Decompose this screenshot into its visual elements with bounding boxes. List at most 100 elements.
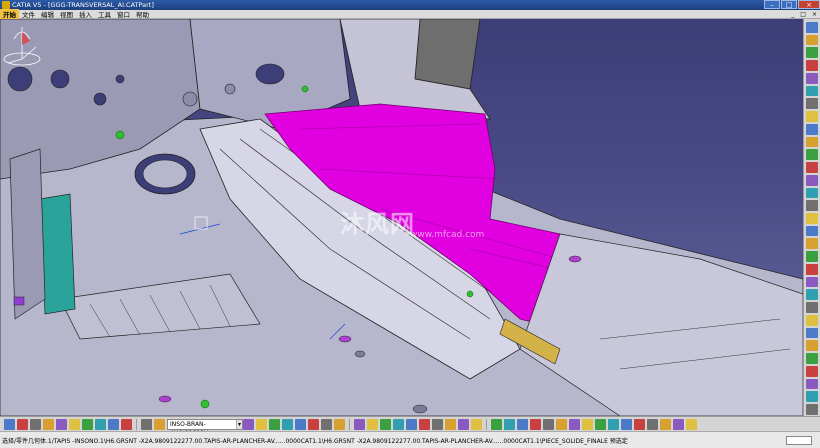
fillet-icon[interactable]: [806, 111, 818, 122]
window-controls: – □ ×: [763, 0, 820, 10]
window-title: CATIA V5 - [GGG-TRANSVERSAL_AI.CATPart]: [12, 1, 154, 9]
normal-view-icon[interactable]: [321, 418, 332, 430]
copy-icon[interactable]: [82, 418, 93, 430]
menu-view[interactable]: 视图: [57, 9, 76, 19]
healing-icon[interactable]: [621, 418, 632, 430]
chevron-down-icon[interactable]: ▾: [235, 419, 242, 429]
iso-view-icon[interactable]: [334, 418, 345, 430]
command-input[interactable]: [786, 435, 812, 445]
slot-icon[interactable]: [806, 98, 818, 110]
projection-icon[interactable]: [543, 418, 554, 430]
publish-icon[interactable]: [458, 418, 469, 430]
menu-help[interactable]: 帮助: [133, 9, 152, 19]
new-icon[interactable]: [17, 418, 28, 430]
symmetry-icon[interactable]: [806, 263, 818, 275]
pad-icon[interactable]: [806, 34, 818, 46]
translate-icon[interactable]: [806, 238, 818, 250]
untrim-icon[interactable]: [634, 418, 645, 430]
point-icon[interactable]: [504, 418, 515, 430]
menu-start[interactable]: 开始: [0, 9, 19, 19]
check-icon[interactable]: [432, 418, 443, 430]
intersection-icon[interactable]: [556, 418, 567, 430]
draft-icon[interactable]: [806, 136, 818, 148]
analysis-icon[interactable]: [806, 391, 818, 403]
doc-restore-button[interactable]: □: [797, 11, 809, 18]
revolve-icon[interactable]: [582, 418, 593, 430]
open-icon[interactable]: [30, 418, 41, 430]
pocket-icon[interactable]: [806, 47, 818, 59]
measure-icon[interactable]: [806, 327, 818, 339]
shaft-icon[interactable]: [806, 60, 818, 71]
join-icon[interactable]: [608, 418, 619, 430]
material-icon[interactable]: [806, 340, 818, 352]
menu-window[interactable]: 窗口: [114, 9, 133, 19]
table-icon[interactable]: [471, 418, 482, 430]
part-selector-combo[interactable]: INSO-BRAN-AV.1\21699V... ▾: [167, 418, 243, 437]
menu-tools[interactable]: 工具: [95, 9, 114, 19]
doc-close-button[interactable]: ×: [809, 11, 820, 18]
parameters-icon[interactable]: [445, 418, 456, 430]
minimize-button[interactable]: –: [764, 0, 780, 9]
thread-icon[interactable]: [806, 174, 818, 186]
print-icon[interactable]: [56, 418, 67, 430]
measure-item-icon[interactable]: [660, 418, 671, 430]
fit-all-icon[interactable]: [256, 418, 267, 430]
fly-mode-icon[interactable]: [243, 418, 254, 430]
close-surface-icon[interactable]: [806, 213, 818, 224]
disassemble-icon[interactable]: [647, 418, 658, 430]
menu-edit[interactable]: 编辑: [38, 9, 57, 19]
thickness-icon[interactable]: [806, 162, 818, 173]
axis-system-icon[interactable]: [491, 418, 502, 430]
knowledge-icon[interactable]: [393, 418, 404, 430]
boolean-icon[interactable]: [806, 314, 818, 326]
undo-icon[interactable]: [108, 418, 119, 430]
hole-icon[interactable]: [806, 72, 818, 84]
formula-icon[interactable]: [406, 418, 417, 430]
axis-icon[interactable]: [806, 404, 818, 415]
extrude-icon[interactable]: [569, 418, 580, 430]
paste-icon[interactable]: [95, 418, 106, 430]
catalog-icon[interactable]: [154, 418, 165, 430]
doc-minimize-button[interactable]: _: [788, 11, 797, 18]
law-icon[interactable]: [419, 418, 430, 430]
3d-viewport[interactable]: 沐风网 www.mfcad.com: [0, 19, 803, 416]
cut-icon[interactable]: [69, 418, 80, 430]
pan-icon[interactable]: [269, 418, 280, 430]
thick-surface-icon[interactable]: [806, 200, 818, 212]
boundary-icon[interactable]: [595, 418, 606, 430]
split-icon[interactable]: [806, 187, 818, 199]
dark-panel: [414, 19, 481, 90]
sew-surface-icon[interactable]: [806, 225, 818, 237]
save-icon[interactable]: [43, 418, 54, 430]
sphere-icon[interactable]: [806, 353, 818, 364]
pattern-icon[interactable]: [806, 289, 818, 301]
render-icon[interactable]: [673, 418, 684, 430]
menu-file[interactable]: 文件: [19, 9, 38, 19]
plane-tool-icon[interactable]: [530, 418, 541, 430]
sketch-icon[interactable]: [806, 22, 818, 33]
car-floor-model: [0, 19, 803, 416]
chamfer-icon[interactable]: [806, 123, 818, 135]
maximize-button[interactable]: □: [781, 0, 797, 9]
close-button[interactable]: ×: [798, 0, 820, 9]
zoom-in-icon[interactable]: [295, 418, 306, 430]
shell-icon[interactable]: [806, 149, 818, 161]
hide-show-icon[interactable]: [367, 418, 378, 430]
rib-icon[interactable]: [806, 85, 818, 97]
line-icon[interactable]: [517, 418, 528, 430]
plane-icon[interactable]: [806, 365, 818, 377]
compass-icon[interactable]: [0, 19, 44, 69]
update-icon[interactable]: [4, 418, 15, 430]
mirror-icon[interactable]: [806, 276, 818, 288]
cylinder-icon[interactable]: [806, 378, 818, 390]
scale-icon[interactable]: [806, 302, 818, 313]
swap-space-icon[interactable]: [380, 418, 391, 430]
apply-material-icon[interactable]: [686, 418, 697, 430]
rotate-view-icon[interactable]: [282, 418, 293, 430]
zoom-out-icon[interactable]: [308, 418, 319, 430]
menu-insert[interactable]: 插入: [76, 9, 95, 19]
redo-icon[interactable]: [121, 418, 132, 430]
rotate-icon[interactable]: [806, 251, 818, 262]
tree-icon[interactable]: [141, 418, 152, 430]
shading-icon[interactable]: [354, 418, 365, 430]
